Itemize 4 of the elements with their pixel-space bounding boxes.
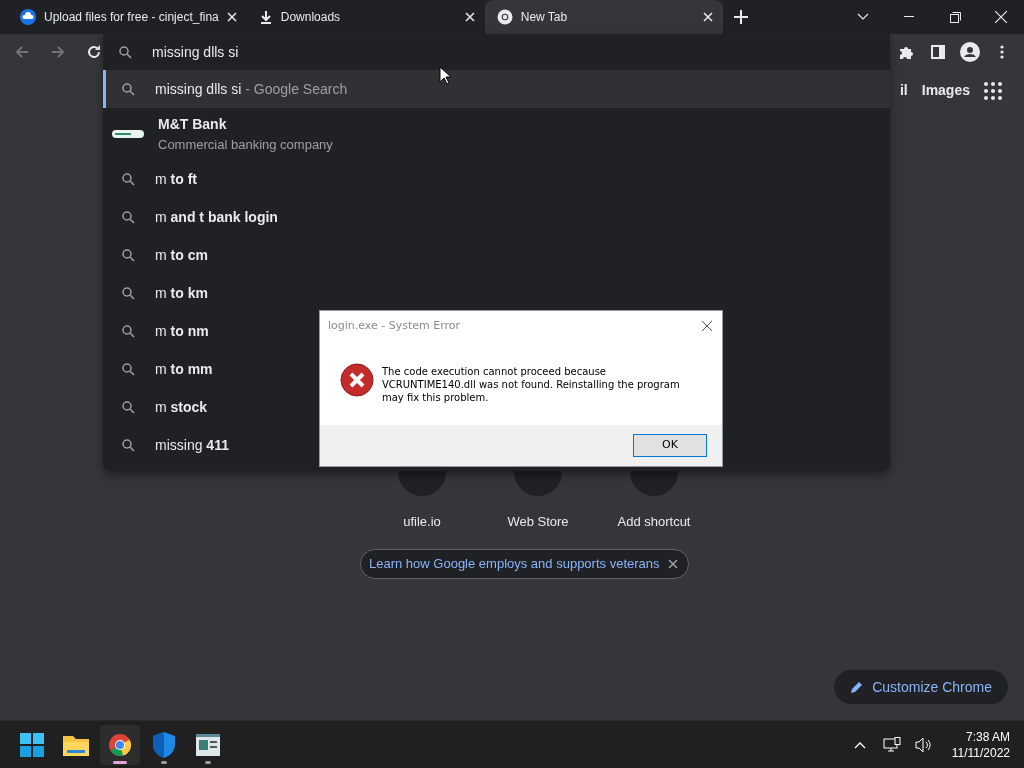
- clock-date: 11/11/2022: [951, 744, 1010, 761]
- clock-time: 7:38 AM: [965, 728, 1010, 745]
- error-message: The code execution cannot proceed because VCRUNTIME140.dll was not found. Reinstalling the program may fix this problem.: [382, 365, 681, 404]
- dialog-title: login.exe - System Error: [328, 317, 462, 334]
